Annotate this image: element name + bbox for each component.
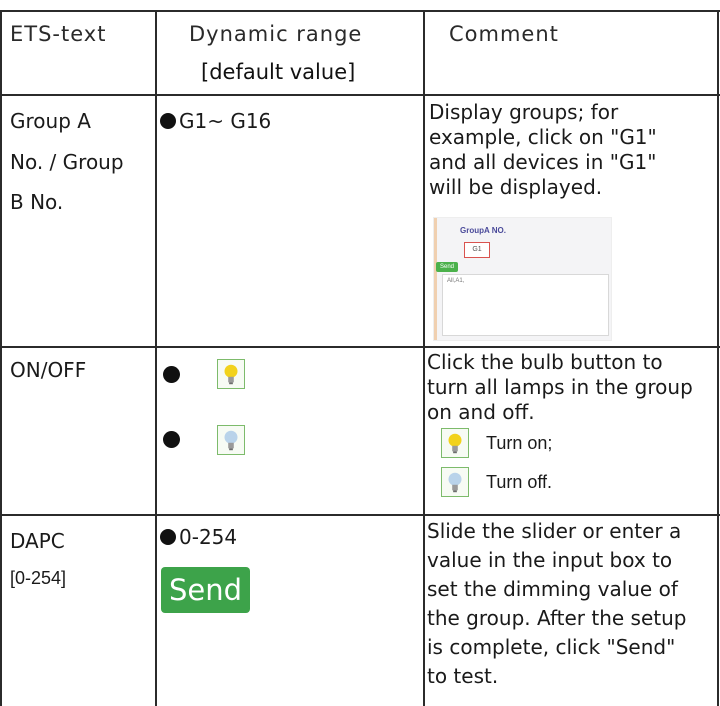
right-border [717,10,719,706]
row3-comment-line2: value in the input box to [427,548,673,572]
row3-comment-line3: set the dimming value of [427,577,678,601]
screenshot-send-button: Send [436,262,458,272]
row1-ets-line3: B No. [10,190,64,214]
row3-ets-line1: DAPC [10,529,65,553]
header-comment: Comment [449,22,559,46]
col1-divider [155,10,157,706]
bullet-icon [160,529,176,545]
col2-divider [423,10,425,706]
bullet-icon [160,113,176,129]
row3-comment-line1: Slide the slider or enter a [427,519,682,543]
screenshot-device-list: All,A1, [442,274,609,336]
row1-comment-line1: Display groups; for [429,100,619,124]
screenshot-device-list-text: All,A1, [447,278,465,284]
row1-comment-line3: and all devices in "G1" [429,150,657,174]
row2-comment-line1: Click the bulb button to [427,350,663,374]
header-bottom-border [0,94,720,96]
legend-turn-on: Turn on; [486,433,553,453]
row3-range: 0-254 [160,521,237,553]
bulb-on-icon [441,428,469,458]
row1-comment-line2: example, click on "G1" [429,125,657,149]
row3-ets-line2: [0-254] [10,568,67,588]
row1-range-text: G1~ G16 [179,109,272,133]
row3-comment-line4: the group. After the setup [427,606,687,630]
header-default-value: [default value] [201,60,356,84]
screenshot-title: GroupA NO. [460,226,506,235]
row2-bottom-border [0,514,720,516]
bulb-off-icon [217,425,245,455]
row1-comment-line4: will be displayed. [429,175,603,199]
group-select-screenshot: GroupA NO. G1 Send All,A1, [433,217,612,341]
row1-bottom-border [0,346,720,348]
table-top-border [0,10,720,12]
bulb-off-icon [441,467,469,497]
screenshot-edge [434,218,437,340]
row3-comment-line5: is complete, click "Send" [427,635,676,659]
bulb-on-icon [217,359,245,389]
row3-range-text: 0-254 [179,525,238,549]
bullet-icon [163,431,180,448]
row1-range: G1~ G16 [160,105,271,137]
row2-comment-line2: turn all lamps in the group [427,375,693,399]
left-border [0,10,2,706]
row3-comment-line6: to test. [427,664,499,688]
row2-ets: ON/OFF [10,358,87,382]
row1-ets-line2: No. / Group [10,150,124,174]
send-button[interactable]: Send [161,567,251,613]
bullet-icon [163,366,180,383]
row2-comment-line3: on and off. [427,400,535,424]
header-dynamic-range: Dynamic range [189,22,363,46]
header-ets-text: ETS-text [10,22,107,46]
row1-ets-line1: Group A [10,109,91,133]
legend-turn-off: Turn off. [486,472,553,492]
screenshot-g1-selected: G1 [464,242,490,258]
